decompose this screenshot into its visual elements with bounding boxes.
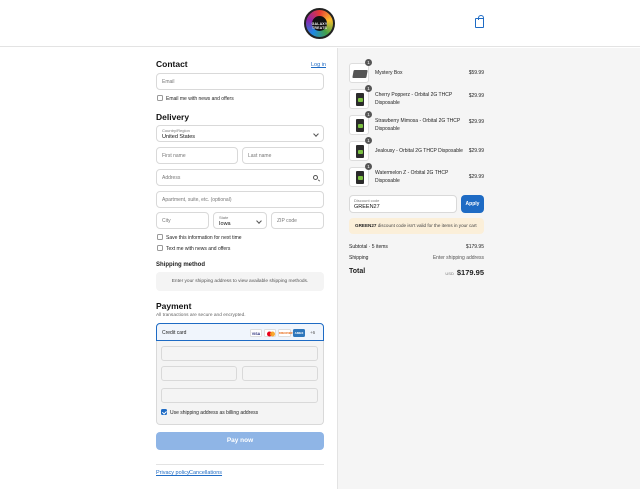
product-image xyxy=(356,171,364,184)
item-thumbnail xyxy=(349,89,369,109)
item-qty-badge: 1 xyxy=(365,137,372,144)
subtotal-label: Subtotal · 5 items xyxy=(349,244,388,250)
total-amount: USD $179.95 xyxy=(420,268,484,277)
first-name-placeholder: First name xyxy=(162,153,186,159)
mystery-box-image xyxy=(352,70,368,78)
payment-heading: Payment xyxy=(156,301,192,311)
total-label: Total xyxy=(349,268,366,275)
product-image xyxy=(356,93,364,106)
shopping-bag-icon[interactable] xyxy=(475,15,484,28)
zip-field[interactable]: ZIP code xyxy=(271,212,324,229)
zip-placeholder: ZIP code xyxy=(277,218,297,224)
item-thumbnail xyxy=(349,115,369,135)
first-name-field[interactable]: First name xyxy=(156,147,238,164)
credit-card-label: Credit card xyxy=(162,330,187,336)
contact-heading: Contact xyxy=(156,59,188,69)
address-placeholder: Address xyxy=(162,175,181,181)
discount-code-field[interactable]: Discount code GREEN27 xyxy=(349,195,457,213)
search-icon xyxy=(313,175,318,180)
address-field[interactable]: Address xyxy=(156,169,324,186)
cancellations-link[interactable]: Cancellations xyxy=(189,470,222,476)
login-link[interactable]: Log in xyxy=(311,62,326,68)
email-field[interactable]: Email xyxy=(156,73,324,90)
email-news-checkbox[interactable] xyxy=(157,95,163,101)
card-expiry-field[interactable] xyxy=(161,366,237,381)
shipping-method-message: Enter your shipping address to view avai… xyxy=(171,279,309,284)
shipping-method-placeholder: Enter your shipping address to view avai… xyxy=(156,272,324,291)
item-thumbnail xyxy=(349,167,369,187)
state-select[interactable]: State Iowa xyxy=(213,212,267,229)
save-info-checkbox[interactable] xyxy=(157,234,163,240)
logo-text: GALAXY TREATS xyxy=(311,22,328,30)
order-summary-panel xyxy=(337,48,640,489)
discount-warning-message: discount code isn't valid for the items … xyxy=(376,223,477,228)
total-value: $179.95 xyxy=(456,268,484,277)
city-placeholder: City xyxy=(162,218,171,224)
discount-warning-text: GREEN27 discount code isn't valid for th… xyxy=(355,223,477,228)
email-news-label: Email me with news and offers xyxy=(166,96,234,102)
checkout-header: GALAXY TREATS xyxy=(0,0,640,47)
item-price: $29.99 xyxy=(468,174,484,180)
item-price: $29.99 xyxy=(468,119,484,125)
item-qty-badge: 1 xyxy=(365,85,372,92)
item-qty-badge: 1 xyxy=(365,111,372,118)
subtotal-value: $179.95 xyxy=(465,244,484,250)
country-select[interactable]: Country/Region United States xyxy=(156,125,324,142)
chevron-down-icon xyxy=(256,218,262,224)
privacy-policy-link[interactable]: Privacy policy xyxy=(156,470,190,476)
city-field[interactable]: City xyxy=(156,212,209,229)
shipping-value: Enter shipping address xyxy=(432,255,484,261)
product-image xyxy=(356,145,364,158)
last-name-field[interactable]: Last name xyxy=(242,147,324,164)
billing-same-label: Use shipping address as billing address xyxy=(170,410,259,416)
card-cvv-field[interactable] xyxy=(242,366,318,381)
last-name-placeholder: Last name xyxy=(248,153,272,159)
discount-warning-code: GREEN27 xyxy=(355,223,377,228)
more-cards-label: +6 xyxy=(310,330,316,335)
product-image xyxy=(356,119,364,132)
shipping-label: Shipping xyxy=(349,255,369,261)
store-logo[interactable]: GALAXY TREATS xyxy=(304,8,335,39)
payment-subtitle: All transactions are secure and encrypte… xyxy=(156,313,246,318)
mastercard-icon xyxy=(264,329,276,337)
state-value: Iowa xyxy=(219,221,231,227)
item-price: $59.99 xyxy=(468,70,484,76)
save-info-label: Save this information for next time xyxy=(166,235,242,241)
amex-icon: AMEX xyxy=(293,329,305,337)
visa-icon: VISA xyxy=(250,329,262,337)
pay-now-button[interactable]: Pay now xyxy=(156,432,324,450)
country-value: United States xyxy=(162,134,196,140)
item-qty-badge: 1 xyxy=(365,59,372,66)
apply-discount-button[interactable]: Apply xyxy=(461,195,484,213)
billing-same-checkbox[interactable] xyxy=(161,409,167,415)
text-news-checkbox[interactable] xyxy=(157,245,163,251)
discount-warning: GREEN27 discount code isn't valid for th… xyxy=(349,218,484,234)
item-thumbnail xyxy=(349,141,369,161)
footer-divider xyxy=(156,464,324,465)
card-number-field[interactable] xyxy=(161,346,318,361)
country-label: Country/Region xyxy=(162,128,190,133)
discount-code-value: GREEN27 xyxy=(354,204,380,210)
apartment-placeholder: Apartment, suite, etc. (optional) xyxy=(162,197,232,203)
discover-icon: DISCOVER xyxy=(278,329,293,337)
card-name-field[interactable] xyxy=(161,388,318,403)
apartment-field[interactable]: Apartment, suite, etc. (optional) xyxy=(156,191,324,208)
currency-code: USD xyxy=(445,271,454,276)
item-thumbnail xyxy=(349,63,369,83)
text-news-label: Text me with news and offers xyxy=(166,246,231,252)
chevron-down-icon xyxy=(313,131,319,137)
item-price: $29.99 xyxy=(468,148,484,154)
credit-card-option[interactable]: Credit card VISA DISCOVER AMEX +6 xyxy=(156,323,324,341)
item-price: $29.99 xyxy=(468,93,484,99)
item-qty-badge: 1 xyxy=(365,163,372,170)
shipping-method-heading: Shipping method xyxy=(156,262,205,268)
discount-code-label: Discount code xyxy=(354,198,380,203)
state-label: State xyxy=(219,215,229,220)
email-placeholder: Email xyxy=(162,79,175,85)
delivery-heading: Delivery xyxy=(156,112,190,122)
